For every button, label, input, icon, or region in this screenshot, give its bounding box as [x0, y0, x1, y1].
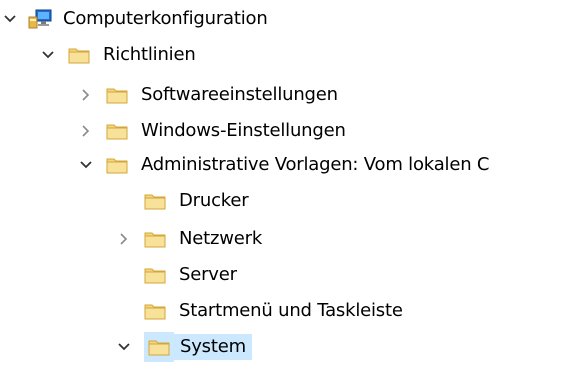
tree-node-label: Computerkonfiguration [63, 8, 268, 29]
no-chevron [114, 186, 134, 216]
tree-node-softwareeinstellungen[interactable]: Softwareeinstellungen [76, 80, 341, 110]
chevron-down-icon[interactable] [38, 40, 58, 70]
tree-node-netzwerk[interactable]: Netzwerk [114, 224, 265, 254]
computer-icon [28, 4, 54, 34]
tree-node-label: Drucker [179, 190, 249, 211]
folder-icon [144, 224, 170, 254]
tree-node-label: Server [179, 264, 237, 285]
tree-node-startmenue[interactable]: Startmenü und Taskleiste [114, 296, 406, 326]
chevron-right-icon[interactable] [76, 116, 96, 146]
chevron-right-icon[interactable] [76, 80, 96, 110]
folder-icon [68, 40, 94, 70]
tree-node-label: Startmenü und Taskleiste [179, 300, 403, 321]
folder-icon [106, 150, 132, 180]
no-chevron [114, 296, 134, 326]
folder-icon [106, 116, 132, 146]
tree-node-label: Netzwerk [179, 228, 263, 249]
tree-node-label: Softwareeinstellungen [141, 84, 338, 105]
chevron-down-icon[interactable] [114, 332, 134, 362]
folder-icon [106, 80, 132, 110]
no-chevron [114, 260, 134, 290]
tree-node-computerkonfiguration[interactable]: Computerkonfiguration [0, 4, 271, 34]
chevron-right-icon[interactable] [114, 224, 134, 254]
tree-node-label-selected: System [174, 334, 252, 360]
policy-tree: Computerkonfiguration Richtlinien Softwa… [0, 0, 576, 365]
tree-node-system[interactable]: System [114, 332, 252, 362]
folder-icon [144, 296, 170, 326]
tree-node-drucker[interactable]: Drucker [114, 186, 251, 216]
folder-icon [144, 332, 174, 362]
chevron-down-icon[interactable] [76, 150, 96, 180]
chevron-down-icon[interactable] [0, 4, 20, 34]
tree-node-label: Administrative Vorlagen: Vom lokalen C [141, 154, 490, 175]
tree-node-windows-einstellungen[interactable]: Windows-Einstellungen [76, 116, 349, 146]
tree-node-label: Windows-Einstellungen [141, 120, 346, 141]
tree-node-server[interactable]: Server [114, 260, 240, 290]
folder-icon [144, 260, 170, 290]
tree-node-richtlinien[interactable]: Richtlinien [38, 40, 199, 70]
tree-node-label: Richtlinien [103, 44, 196, 65]
tree-node-administrative-vorlagen[interactable]: Administrative Vorlagen: Vom lokalen C [76, 150, 492, 180]
folder-icon [144, 186, 170, 216]
